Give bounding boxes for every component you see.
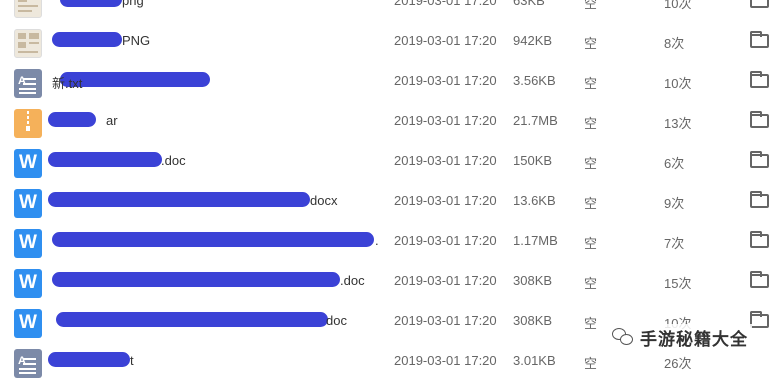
word-file-icon: W [14, 229, 42, 258]
text-file-icon: A [14, 69, 42, 98]
folder-icon[interactable] [750, 71, 769, 88]
folder-icon[interactable] [750, 231, 769, 248]
folder-icon[interactable] [750, 311, 769, 328]
redaction-mark [52, 32, 122, 47]
file-name[interactable]: 新.txt [52, 73, 82, 92]
folder-icon[interactable] [750, 31, 769, 48]
file-size: 308KB [513, 313, 553, 328]
redaction-mark [48, 352, 130, 367]
watermark-text: 手游秘籍大全 [640, 329, 748, 349]
file-date: 2019-03-01 17:20 [394, 193, 497, 208]
file-share: 空 [584, 236, 598, 251]
file-date: 2019-03-01 17:20 [394, 313, 497, 328]
file-name[interactable]: doc [326, 313, 347, 328]
file-name[interactable]: . [375, 233, 379, 248]
folder-icon[interactable] [750, 191, 769, 208]
file-name[interactable]: t [130, 353, 134, 368]
file-downloads: 6次 [664, 156, 685, 171]
file-name[interactable]: .doc [340, 273, 365, 288]
file-date: 2019-03-01 17:20 [394, 233, 497, 248]
file-row[interactable]: W docx 2019-03-01 17:20 13.6KB 空 9次 [0, 180, 782, 220]
file-size: 942KB [513, 33, 553, 48]
file-date: 2019-03-01 17:20 [394, 353, 497, 368]
file-date: 2019-03-01 17:20 [394, 33, 497, 48]
file-size: 63KB [513, 0, 545, 8]
file-downloads: 10次 [664, 0, 692, 11]
file-list: png 2019-03-01 17:20 63KB 空 10次 PNG 2019… [0, 0, 782, 380]
file-size: 13.6KB [513, 193, 556, 208]
file-row[interactable]: ar 2019-03-01 17:20 21.7MB 空 13次 [0, 100, 782, 140]
file-downloads: 10次 [664, 76, 692, 91]
file-share: 空 [584, 116, 598, 131]
file-share: 空 [584, 196, 598, 211]
file-row[interactable]: PNG 2019-03-01 17:20 942KB 空 8次 [0, 20, 782, 60]
file-date: 2019-03-01 17:20 [394, 73, 497, 88]
file-downloads: 13次 [664, 116, 692, 131]
folder-icon[interactable] [750, 111, 769, 128]
file-name[interactable]: png [122, 0, 144, 8]
file-row[interactable]: W .doc 2019-03-01 17:20 150KB 空 6次 [0, 140, 782, 180]
zip-file-icon [14, 109, 42, 138]
file-size: 1.17MB [513, 233, 558, 248]
file-date: 2019-03-01 17:20 [394, 113, 497, 128]
file-share: 空 [584, 316, 598, 331]
file-name[interactable]: docx [310, 193, 337, 208]
redaction-mark [48, 112, 96, 127]
word-file-icon: W [14, 149, 42, 178]
file-share: 空 [584, 36, 598, 51]
file-share: 空 [584, 356, 598, 371]
redaction-mark [48, 152, 162, 167]
redaction-mark [52, 232, 374, 247]
word-file-icon: W [14, 269, 42, 298]
redaction-mark [52, 272, 340, 287]
file-downloads: 7次 [664, 236, 685, 251]
image-file-icon [14, 0, 42, 18]
file-size: 150KB [513, 153, 553, 168]
file-share: 空 [584, 0, 598, 11]
file-share: 空 [584, 276, 598, 291]
word-file-icon: W [14, 189, 42, 218]
file-row[interactable]: W . 2019-03-01 17:20 1.17MB 空 7次 [0, 220, 782, 260]
wechat-icon [612, 328, 634, 346]
file-row[interactable]: png 2019-03-01 17:20 63KB 空 10次 [0, 0, 782, 20]
file-size: 21.7MB [513, 113, 558, 128]
file-size: 3.56KB [513, 73, 556, 88]
file-name[interactable]: PNG [122, 33, 150, 48]
file-downloads: 9次 [664, 196, 685, 211]
file-row[interactable]: A 新.txt 2019-03-01 17:20 3.56KB 空 10次 [0, 60, 782, 100]
file-name[interactable]: ar [106, 113, 118, 128]
folder-icon[interactable] [750, 271, 769, 288]
file-size: 3.01KB [513, 353, 556, 368]
file-date: 2019-03-01 17:20 [394, 0, 497, 8]
file-row[interactable]: W .doc 2019-03-01 17:20 308KB 空 15次 [0, 260, 782, 300]
redaction-mark [56, 312, 328, 327]
redaction-mark [60, 72, 210, 87]
file-downloads: 26次 [664, 356, 692, 371]
image-file-icon [14, 29, 42, 58]
folder-icon[interactable] [750, 151, 769, 168]
redaction-mark [60, 0, 122, 7]
file-downloads: 15次 [664, 276, 692, 291]
file-downloads: 8次 [664, 36, 685, 51]
folder-icon[interactable] [750, 0, 769, 8]
file-date: 2019-03-01 17:20 [394, 273, 497, 288]
file-date: 2019-03-01 17:20 [394, 153, 497, 168]
file-name[interactable]: .doc [161, 153, 186, 168]
watermark: 手游秘籍大全 [612, 324, 752, 350]
file-share: 空 [584, 156, 598, 171]
text-file-icon: A [14, 349, 42, 378]
redaction-mark [48, 192, 310, 207]
word-file-icon: W [14, 309, 42, 338]
file-size: 308KB [513, 273, 553, 288]
file-share: 空 [584, 76, 598, 91]
